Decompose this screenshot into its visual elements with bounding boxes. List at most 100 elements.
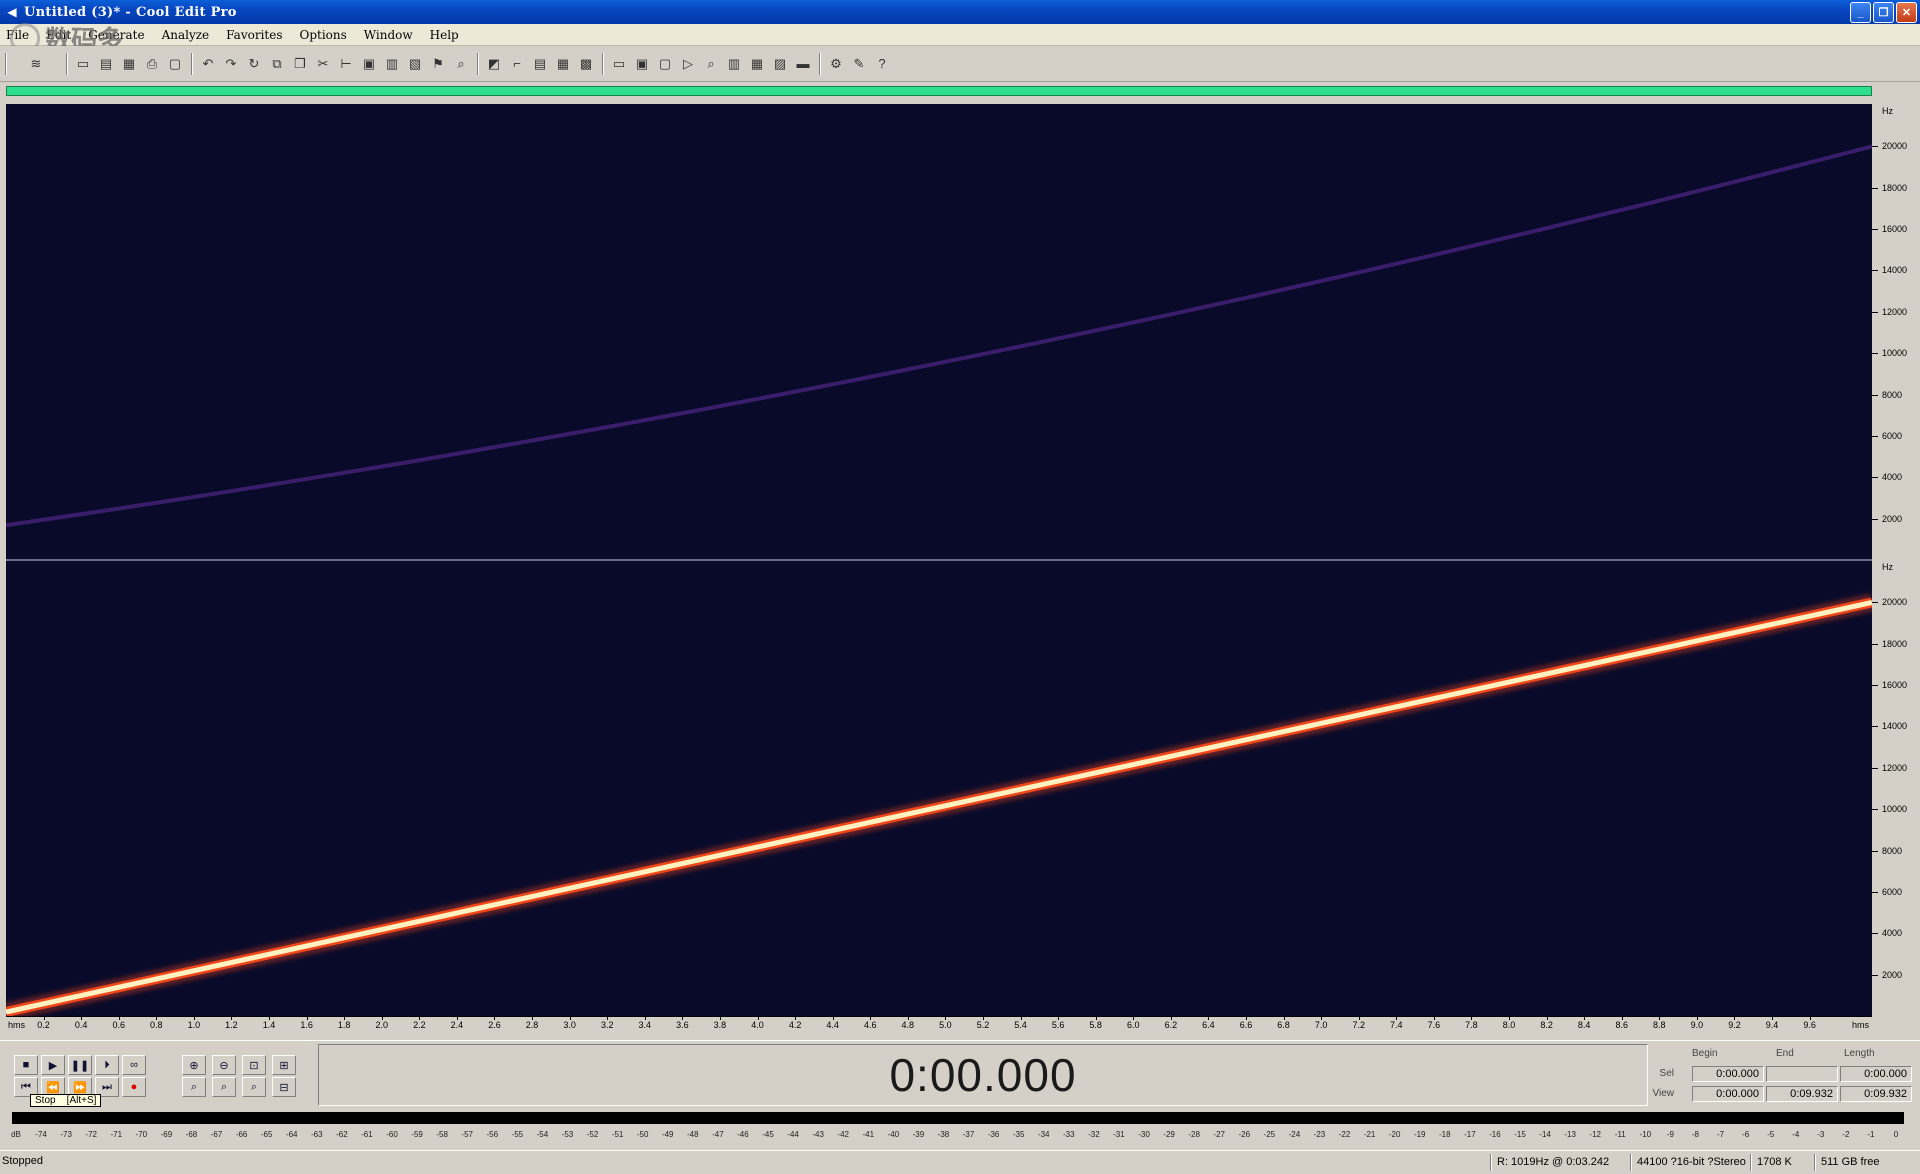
menu-favorites[interactable]: Favorites xyxy=(224,27,284,43)
db-label: -47 xyxy=(712,1130,724,1139)
view-end-field[interactable]: 0:09.932 xyxy=(1766,1086,1838,1102)
sel-length-field[interactable]: 0:00.000 xyxy=(1840,1066,1912,1082)
menu-help[interactable]: Help xyxy=(428,27,461,43)
zoom-right-icon[interactable]: ⌕ xyxy=(212,1077,236,1097)
stats-icon[interactable]: ▢ xyxy=(654,53,676,75)
tools-icon[interactable]: ⚙ xyxy=(825,53,847,75)
toolbar: ≋ ▭ ▤ ▦ ⎙ ▢ ↶ ↷ ↻ ⧉ ❐ ✂ ⊢ ▣ ▥ ▧ ⚑ ⌕ ◩ ⌐ ▤ ▦ ▩ ▭ ▣ ▢ ▷ ⌕ ▥ ▦ ▨ ▬ ⚙ ✎? xyxy=(0,46,1920,82)
time-tick-label: 9.0 xyxy=(1690,1020,1704,1030)
db-label: -72 xyxy=(85,1130,97,1139)
scripts-icon[interactable]: ▷ xyxy=(677,53,699,75)
zoom-out-horizontal-icon[interactable]: ⊖ xyxy=(212,1055,236,1075)
maximize-button[interactable]: ❐ xyxy=(1873,2,1894,23)
find-icon[interactable]: ⌕ xyxy=(450,53,472,75)
hz-tick-label: 18000 xyxy=(1882,638,1908,649)
db-label: -62 xyxy=(336,1130,348,1139)
db-label: -52 xyxy=(586,1130,599,1139)
menu-window[interactable]: Window xyxy=(362,27,415,43)
stop-icon[interactable]: ■ xyxy=(14,1055,38,1075)
close-button[interactable]: ✕ xyxy=(1896,2,1917,23)
paste-new-icon[interactable]: ▥ xyxy=(381,53,403,75)
view-length-field[interactable]: 0:09.932 xyxy=(1840,1086,1912,1102)
loop-icon[interactable]: ∞ xyxy=(122,1055,146,1075)
db-label: -32 xyxy=(1088,1130,1100,1139)
zoom-in-vertical-icon[interactable]: ⊞ xyxy=(272,1055,296,1075)
time-ruler[interactable]: hms hms 0.2 0.4 0.6 0.8 1.0 1.2 1.4 1.6 1.8 2.0 2.2 2… xyxy=(6,1016,1872,1034)
hz-tick xyxy=(1872,394,1878,396)
time-tick-label: 5.2 xyxy=(976,1020,990,1030)
db-label: -28 xyxy=(1188,1130,1200,1139)
db-label: -73 xyxy=(60,1130,72,1139)
trim-icon[interactable]: ⊢ xyxy=(335,53,357,75)
db-label: -46 xyxy=(737,1130,749,1139)
overview-bar[interactable] xyxy=(6,86,1872,96)
db-label: -33 xyxy=(1063,1130,1075,1139)
current-time: 0:00.000 xyxy=(889,1049,1077,1101)
pause-icon[interactable]: ❚❚ xyxy=(68,1055,92,1075)
mix-paste-icon[interactable]: ▧ xyxy=(404,53,426,75)
phase-view-icon[interactable]: ▩ xyxy=(575,53,597,75)
wave-view-icon[interactable]: ≋ xyxy=(11,53,61,75)
new-icon[interactable]: ▭ xyxy=(72,53,94,75)
copy-icon[interactable]: ❐ xyxy=(289,53,311,75)
info-icon[interactable]: ▨ xyxy=(769,53,791,75)
repeat-icon[interactable]: ↻ xyxy=(243,53,265,75)
title-bar[interactable]: ◀ Untitled (3)* - Cool Edit Pro _ ❐ ✕ xyxy=(0,0,1920,24)
zoom-out-vertical-icon[interactable]: ⊟ xyxy=(272,1077,296,1097)
zoom-full-icon[interactable]: ⊡ xyxy=(242,1055,266,1075)
settings-icon[interactable]: ▭ xyxy=(608,53,630,75)
record-icon[interactable]: ● xyxy=(122,1077,146,1097)
menu-file[interactable]: File xyxy=(4,27,31,43)
undo-icon[interactable]: ↶ xyxy=(197,53,219,75)
window-title: Untitled (3)* - Cool Edit Pro xyxy=(24,4,237,20)
metronome-icon[interactable]: ▦ xyxy=(746,53,768,75)
menu-options[interactable]: Options xyxy=(297,27,348,43)
zoom-left-icon[interactable]: ⌕ xyxy=(182,1077,206,1097)
save-icon[interactable]: ▦ xyxy=(118,53,140,75)
spectral-pitch-icon[interactable]: ▤ xyxy=(529,53,551,75)
plugins-icon[interactable]: ✎ xyxy=(848,53,870,75)
play-to-end-icon[interactable]: ⏵ xyxy=(95,1055,119,1075)
zoom-in-horizontal-icon[interactable]: ⊕ xyxy=(182,1055,206,1075)
sel-begin-field[interactable]: 0:00.000 xyxy=(1692,1066,1764,1082)
play-icon[interactable]: ▶ xyxy=(41,1055,65,1075)
properties-icon[interactable]: ▢ xyxy=(164,53,186,75)
spectral-view-icon[interactable]: ⌐ xyxy=(506,53,528,75)
zoom-icon[interactable]: ⌕ xyxy=(700,53,722,75)
spectral-view[interactable] xyxy=(6,104,1872,1016)
redo-icon[interactable]: ↷ xyxy=(220,53,242,75)
app-icon[interactable]: ◀ xyxy=(4,4,20,20)
cut-icon[interactable]: ✂ xyxy=(312,53,334,75)
menu-generate[interactable]: Generate xyxy=(86,27,146,43)
time-tick-label: 3.0 xyxy=(563,1020,576,1030)
hz-tick xyxy=(1872,891,1878,893)
time-display: 0:00.000 xyxy=(318,1044,1648,1106)
db-label: -67 xyxy=(210,1130,223,1139)
waveform-view-icon[interactable]: ◩ xyxy=(483,53,505,75)
status-bar: Stopped R: 1019Hz @ 0:03.242 44100 ?16-b… xyxy=(0,1150,1920,1174)
sel-end-field[interactable] xyxy=(1766,1066,1838,1082)
time-tick-label: 7.2 xyxy=(1352,1020,1365,1030)
time-tick-label: 9.6 xyxy=(1803,1020,1816,1030)
menu-edit[interactable]: Edit xyxy=(44,27,73,43)
time-unit-label-end: hms xyxy=(1852,1020,1870,1030)
meter-icon[interactable]: ▬ xyxy=(792,53,814,75)
copy-new-icon[interactable]: ⧉ xyxy=(266,53,288,75)
db-label: -11 xyxy=(1614,1130,1626,1139)
zoom-selection-icon[interactable]: ⌕ xyxy=(242,1077,266,1097)
print-icon[interactable]: ⎙ xyxy=(141,53,163,75)
insert-cue-icon[interactable]: ⚑ xyxy=(427,53,449,75)
frequency-analysis-icon[interactable]: ▣ xyxy=(631,53,653,75)
open-icon[interactable]: ▤ xyxy=(95,53,117,75)
cd-icon[interactable]: ▥ xyxy=(723,53,745,75)
paste-icon[interactable]: ▣ xyxy=(358,53,380,75)
menu-analyze[interactable]: Analyze xyxy=(160,27,212,43)
length-header: Length xyxy=(1844,1048,1875,1059)
minimize-button[interactable]: _ xyxy=(1850,2,1871,23)
help-icon[interactable]: ? xyxy=(871,53,893,75)
time-tick-label: 1.0 xyxy=(187,1020,201,1030)
db-label: -51 xyxy=(611,1130,624,1139)
status-cursor: R: 1019Hz @ 0:03.242 xyxy=(1490,1154,1630,1171)
view-begin-field[interactable]: 0:00.000 xyxy=(1692,1086,1764,1102)
pan-view-icon[interactable]: ▦ xyxy=(552,53,574,75)
